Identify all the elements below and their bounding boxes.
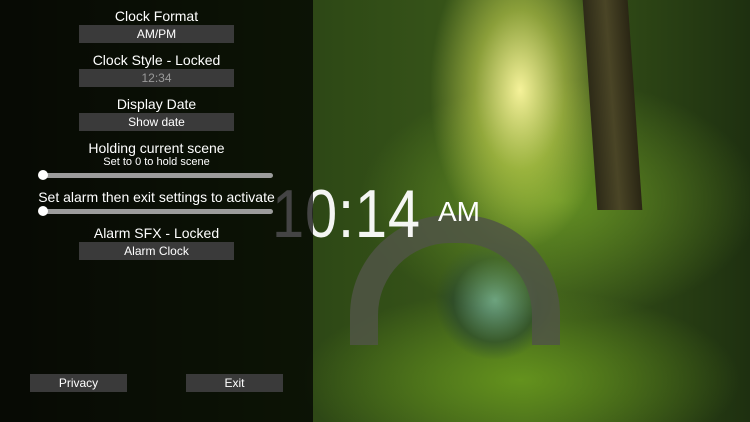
clock-ampm: AM xyxy=(438,196,480,227)
clock-format-label: Clock Format xyxy=(114,8,199,24)
alarm-sfx-select[interactable]: Alarm Clock xyxy=(79,242,234,260)
slider-handle[interactable] xyxy=(38,170,48,180)
slider-handle[interactable] xyxy=(38,206,48,216)
tree-trunk xyxy=(582,0,643,210)
display-date-select[interactable]: Show date xyxy=(79,113,234,131)
clock-format-select[interactable]: AM/PM xyxy=(79,25,234,43)
alarm-sfx-label: Alarm SFX - Locked xyxy=(93,225,220,241)
display-date-label: Display Date xyxy=(116,96,197,112)
hold-scene-sublabel: Set to 0 to hold scene xyxy=(103,156,210,168)
exit-button[interactable]: Exit xyxy=(186,374,283,392)
hold-scene-slider[interactable] xyxy=(38,170,273,180)
settings-panel: Clock Format AM/PM Clock Style - Locked … xyxy=(0,0,313,422)
clock-style-select[interactable]: 12:34 xyxy=(79,69,234,87)
privacy-button[interactable]: Privacy xyxy=(30,374,127,392)
alarm-label: Set alarm then exit settings to activate xyxy=(38,189,275,205)
hold-scene-label: Holding current scene xyxy=(88,140,225,156)
clock-style-label: Clock Style - Locked xyxy=(92,52,221,68)
alarm-slider[interactable] xyxy=(38,206,273,216)
